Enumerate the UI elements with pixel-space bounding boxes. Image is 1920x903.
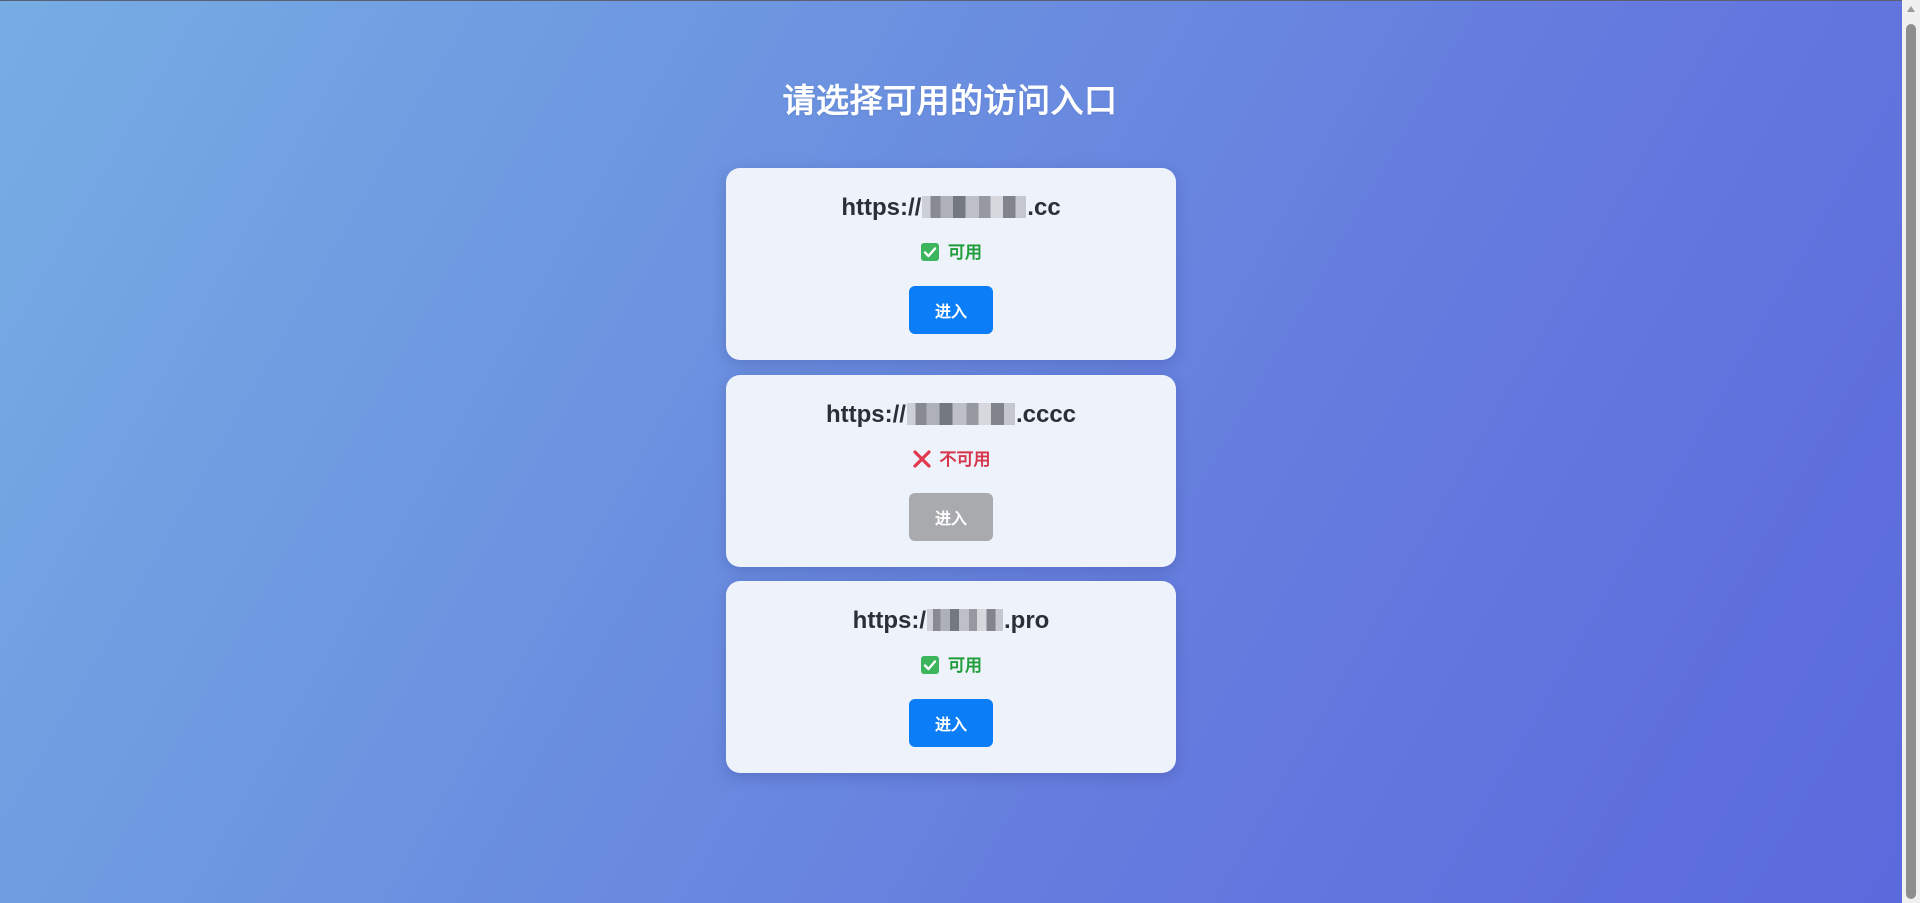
url-prefix: https:/ bbox=[852, 607, 926, 634]
scrollbar-thumb[interactable] bbox=[1906, 24, 1916, 899]
url-redacted-mask bbox=[922, 196, 1027, 218]
status-label: 可用 bbox=[948, 656, 982, 675]
url-redacted-mask bbox=[906, 403, 1015, 425]
entry-card: https:/ .pro 可用 进入 bbox=[726, 581, 1176, 773]
url-prefix: https:// bbox=[825, 401, 906, 428]
entry-url: https:// .cccc bbox=[726, 401, 1176, 429]
entry-card: https:// .cc 可用 进入 bbox=[726, 168, 1176, 360]
check-icon bbox=[920, 242, 940, 262]
window-top-edge bbox=[0, 0, 1902, 1]
status-label: 不可用 bbox=[939, 450, 991, 469]
url-suffix: .cccc bbox=[1015, 401, 1077, 428]
enter-button[interactable]: 进入 bbox=[909, 286, 993, 334]
status-badge: 可用 bbox=[726, 651, 1176, 676]
entry-url: https:// .cc bbox=[726, 194, 1176, 222]
status-badge: 不可用 bbox=[726, 445, 1176, 470]
scroll-up-arrow-icon[interactable] bbox=[1907, 6, 1915, 12]
cross-icon bbox=[912, 449, 932, 469]
page-title: 请选择可用的访问入口 bbox=[782, 82, 1118, 119]
status-label: 可用 bbox=[948, 243, 982, 262]
entry-card: https:// .cccc 不可用 进入 bbox=[726, 375, 1176, 567]
url-prefix: https:// bbox=[841, 194, 922, 221]
url-suffix: .cc bbox=[1027, 194, 1061, 221]
vertical-scrollbar[interactable] bbox=[1902, 0, 1920, 903]
url-suffix: .pro bbox=[1003, 607, 1050, 634]
check-icon bbox=[920, 655, 940, 675]
enter-button[interactable]: 进入 bbox=[909, 493, 993, 541]
enter-button[interactable]: 进入 bbox=[909, 699, 993, 747]
url-redacted-mask bbox=[926, 609, 1003, 631]
entry-url: https:/ .pro bbox=[726, 607, 1176, 635]
status-badge: 可用 bbox=[726, 238, 1176, 263]
